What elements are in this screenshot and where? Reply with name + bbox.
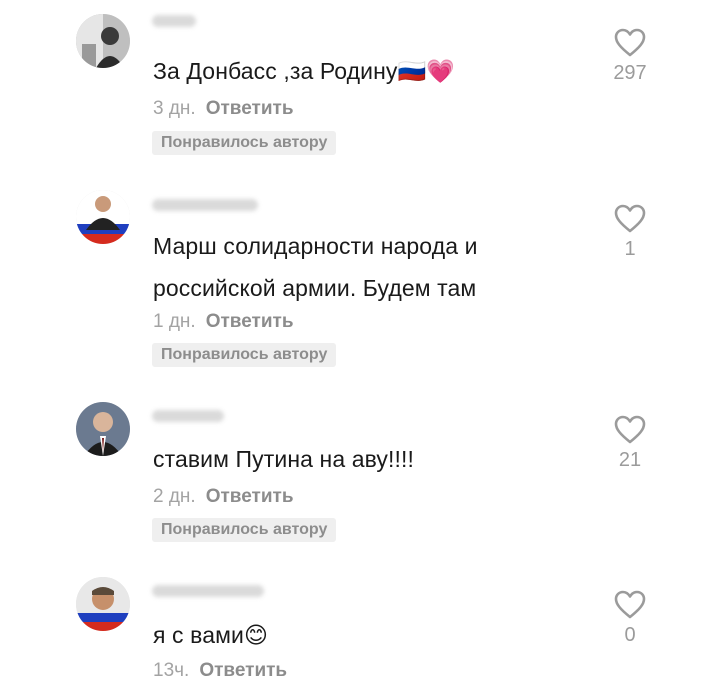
comment-time: 2 дн. [153, 486, 196, 507]
avatar[interactable] [76, 577, 130, 631]
username-blurred[interactable] [152, 585, 264, 597]
like-count: 21 [618, 449, 642, 471]
like-count: 297 [613, 62, 647, 84]
liked-by-creator-badge: Понравилось автору [152, 131, 337, 155]
comment-time: 1 дн. [153, 311, 196, 332]
like-button[interactable]: 0 [600, 590, 660, 647]
like-button[interactable]: 297 [600, 28, 660, 85]
heart-outline-icon[interactable] [614, 28, 646, 58]
like-count: 1 [624, 238, 636, 260]
comment-meta: 13ч. Ответить [153, 660, 287, 682]
comment-meta: 1 дн. Ответить [153, 311, 294, 333]
comment-meta: 2 дн. Ответить [153, 486, 294, 508]
comment-time: 13ч. [153, 660, 190, 681]
reply-button[interactable]: Ответить [206, 98, 294, 119]
liked-by-creator-badge: Понравилось автору [152, 343, 337, 367]
heart-outline-icon[interactable] [614, 204, 646, 234]
liked-by-creator-badge: Понравилось автору [152, 518, 337, 542]
heart-outline-icon[interactable] [614, 590, 646, 620]
username-blurred[interactable] [152, 410, 224, 422]
comment-text: ставим Путина на аву!!!! [153, 446, 414, 472]
comment-text: Марш солидарности народа и российской ар… [153, 233, 478, 301]
like-count: 0 [624, 624, 636, 646]
like-button[interactable]: 1 [600, 204, 660, 261]
comment-time: 3 дн. [153, 98, 196, 119]
like-button[interactable]: 21 [600, 415, 660, 472]
reply-button[interactable]: Ответить [206, 311, 294, 332]
comments-list: За Донбасс ,за Родину🇷🇺💗 3 дн. Ответить П… [0, 0, 720, 700]
heart-outline-icon[interactable] [614, 415, 646, 445]
username-blurred[interactable] [152, 199, 258, 211]
username-blurred[interactable] [152, 15, 196, 27]
comment-meta: 3 дн. Ответить [153, 98, 294, 120]
avatar[interactable] [76, 402, 130, 456]
avatar[interactable] [76, 14, 130, 68]
comment-text: За Донбасс ,за Родину🇷🇺💗 [153, 58, 456, 84]
avatar[interactable] [76, 190, 130, 244]
reply-button[interactable]: Ответить [199, 660, 287, 681]
reply-button[interactable]: Ответить [206, 486, 294, 507]
comment-text: я с вами😊 [153, 622, 269, 648]
